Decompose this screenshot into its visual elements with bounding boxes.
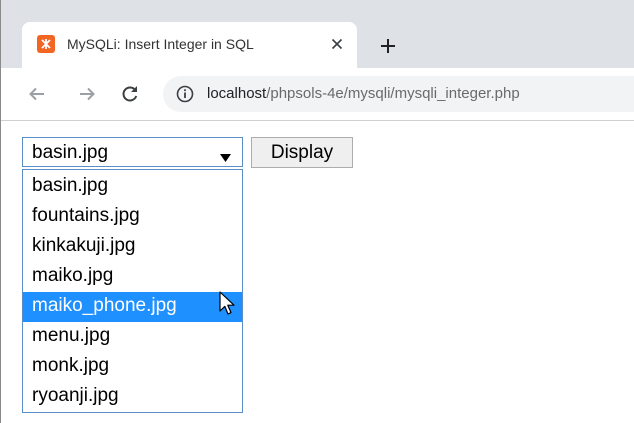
browser-toolbar: localhost/phpsols-4e/mysqli/mysqli_integ… bbox=[0, 68, 634, 121]
window-edge bbox=[0, 0, 1, 423]
select-option[interactable]: ryoanji.jpg bbox=[23, 382, 242, 412]
select-option[interactable]: maiko_phone.jpg bbox=[23, 292, 242, 322]
caret-down-icon bbox=[220, 149, 231, 167]
url-text: localhost/phpsols-4e/mysqli/mysqli_integ… bbox=[207, 85, 520, 102]
display-button[interactable]: Display bbox=[251, 137, 353, 168]
image-select[interactable]: basin.jpg bbox=[22, 137, 243, 167]
select-option[interactable]: menu.jpg bbox=[23, 322, 242, 352]
plus-icon[interactable] bbox=[376, 34, 400, 58]
url-host: localhost bbox=[207, 85, 267, 102]
arrow-right-icon[interactable] bbox=[74, 81, 100, 107]
select-option[interactable]: maiko.jpg bbox=[23, 262, 242, 292]
select-option[interactable]: fountains.jpg bbox=[23, 202, 242, 232]
select-option[interactable]: monk.jpg bbox=[23, 352, 242, 382]
page-content: basin.jpg Display basin.jpg fountains.jpg… bbox=[0, 121, 634, 423]
xampp-icon bbox=[37, 35, 55, 53]
select-option[interactable]: basin.jpg bbox=[23, 172, 242, 202]
address-bar[interactable]: localhost/phpsols-4e/mysqli/mysqli_integ… bbox=[163, 76, 634, 112]
url-path: /phpsols-4e/mysqli/mysqli_integer.php bbox=[266, 85, 520, 102]
select-value: basin.jpg bbox=[32, 142, 109, 163]
select-dropdown-list: basin.jpg fountains.jpg kinkakuji.jpg maiko… bbox=[22, 169, 243, 413]
info-icon[interactable] bbox=[176, 85, 194, 103]
reload-icon[interactable] bbox=[117, 81, 143, 107]
browser-tab[interactable]: MySQLi: Insert Integer in SQL bbox=[22, 22, 357, 68]
arrow-left-icon[interactable] bbox=[24, 81, 50, 107]
select-option[interactable]: kinkakuji.jpg bbox=[23, 232, 242, 262]
browser-window: MySQLi: Insert Integer in SQL localhost/… bbox=[0, 0, 634, 423]
tab-title: MySQLi: Insert Integer in SQL bbox=[67, 36, 254, 52]
close-icon[interactable] bbox=[326, 33, 348, 55]
